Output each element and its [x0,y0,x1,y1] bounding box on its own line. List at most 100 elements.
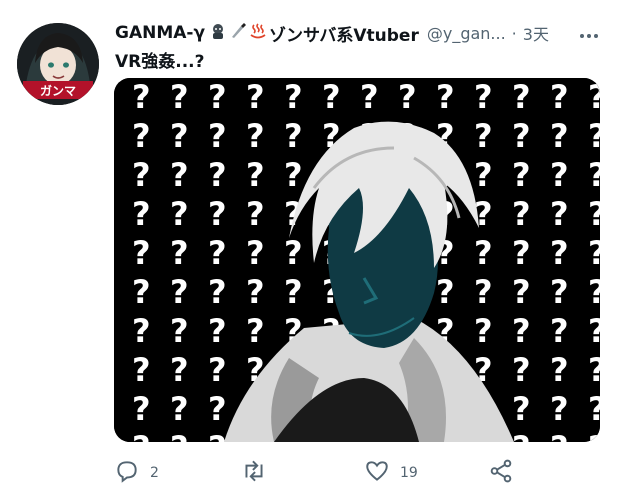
question-mark-glyph: ? [170,351,189,389]
question-mark-glyph: ? [512,156,531,194]
media-illustration: ????????????????????????????????????????… [114,78,600,442]
question-mark-glyph: ? [132,156,151,194]
question-mark-glyph: ? [208,351,227,389]
question-mark-glyph: ? [550,429,569,442]
question-mark-glyph: ? [170,312,189,350]
question-mark-glyph: ? [208,273,227,311]
question-mark-glyph: ? [208,117,227,155]
question-mark-glyph: ? [360,78,379,116]
question-mark-glyph: ? [550,273,569,311]
header-separator: · [511,23,517,43]
question-mark-glyph: ? [208,390,227,428]
timestamp[interactable]: 3天 [523,21,549,45]
question-mark-glyph: ? [512,273,531,311]
avatar-illustration: ガンマ [17,23,99,105]
heart-icon [364,458,390,488]
display-name-emojis [209,22,267,45]
question-mark-glyph: ? [170,195,189,233]
question-mark-glyph: ? [588,234,600,272]
avatar-logo-text: ガンマ [40,83,76,98]
question-mark-glyph: ? [208,312,227,350]
question-mark-glyph: ? [512,351,531,389]
share-icon [488,458,514,488]
question-mark-glyph: ? [170,234,189,272]
question-mark-glyph: ? [246,312,265,350]
question-mark-glyph: ? [474,273,493,311]
question-mark-glyph: ? [550,312,569,350]
question-mark-glyph: ? [588,195,600,233]
question-mark-glyph: ? [550,390,569,428]
question-mark-glyph: ? [588,390,600,428]
question-mark-glyph: ? [246,78,265,116]
tweet-card[interactable]: ガンマ GANMA-γ ゾンサバ系Vtuber @y_gan... · 3天 V… [0,0,617,500]
question-mark-glyph: ? [436,78,455,116]
question-mark-glyph: ? [284,78,303,116]
display-name-suffix[interactable]: ゾンサバ系Vtuber [269,21,419,46]
question-mark-glyph: ? [588,156,600,194]
question-mark-glyph: ? [474,117,493,155]
question-mark-glyph: ? [132,78,151,116]
reply-count: 2 [150,465,159,481]
more-options-button[interactable] [575,22,603,44]
question-mark-glyph: ? [474,312,493,350]
tweet-media[interactable]: ????????????????????????????????????????… [114,78,600,442]
tweet-header: GANMA-γ ゾンサバ系Vtuber @y_gan... · 3天 [115,20,603,46]
question-mark-glyph: ? [512,312,531,350]
question-mark-glyph: ? [512,234,531,272]
question-mark-glyph: ? [170,78,189,116]
question-mark-glyph: ? [132,390,151,428]
question-mark-glyph: ? [170,156,189,194]
user-handle[interactable]: @y_gan... [427,24,506,43]
question-mark-glyph: ? [550,195,569,233]
question-mark-glyph: ? [132,273,151,311]
question-mark-glyph: ? [246,234,265,272]
reply-button[interactable]: 2 [114,458,159,488]
tweet-actions: 2 19 [112,458,532,488]
question-mark-glyph: ? [474,78,493,116]
question-mark-glyph: ? [474,234,493,272]
question-mark-glyph: ? [170,273,189,311]
question-mark-glyph: ? [550,156,569,194]
question-mark-glyph: ? [170,390,189,428]
question-mark-glyph: ? [246,195,265,233]
question-mark-glyph: ? [588,312,600,350]
question-mark-glyph: ? [208,78,227,116]
zombie-emoji-icon [209,22,227,45]
knife-emoji-icon [229,22,247,45]
share-button[interactable] [488,458,514,488]
question-mark-glyph: ? [208,195,227,233]
question-mark-glyph: ? [284,273,303,311]
question-mark-glyph: ? [550,78,569,116]
display-name[interactable]: GANMA-γ [115,23,205,43]
question-mark-glyph: ? [170,117,189,155]
question-mark-glyph: ? [132,117,151,155]
question-mark-glyph: ? [208,234,227,272]
question-mark-glyph: ? [550,351,569,389]
question-mark-glyph: ? [132,234,151,272]
question-mark-glyph: ? [132,429,151,442]
like-count: 19 [400,465,418,481]
question-mark-glyph: ? [588,78,600,116]
question-mark-glyph: ? [512,195,531,233]
question-mark-glyph: ? [550,117,569,155]
question-mark-glyph: ? [284,117,303,155]
retweet-button[interactable] [240,458,278,488]
question-mark-glyph: ? [474,156,493,194]
question-mark-glyph: ? [512,117,531,155]
like-button[interactable]: 19 [364,458,418,488]
question-mark-glyph: ? [246,117,265,155]
question-mark-glyph: ? [436,273,455,311]
avatar[interactable]: ガンマ [17,23,99,105]
question-mark-glyph: ? [246,273,265,311]
question-mark-glyph: ? [512,429,531,442]
more-dots-icon [579,24,599,43]
question-mark-glyph: ? [322,78,341,116]
question-mark-glyph: ? [208,429,227,442]
question-mark-glyph: ? [284,156,303,194]
question-mark-glyph: ? [208,156,227,194]
question-mark-glyph: ? [284,234,303,272]
question-mark-glyph: ? [512,78,531,116]
question-mark-glyph: ? [170,429,189,442]
question-mark-glyph: ? [588,273,600,311]
retweet-icon [240,458,268,488]
